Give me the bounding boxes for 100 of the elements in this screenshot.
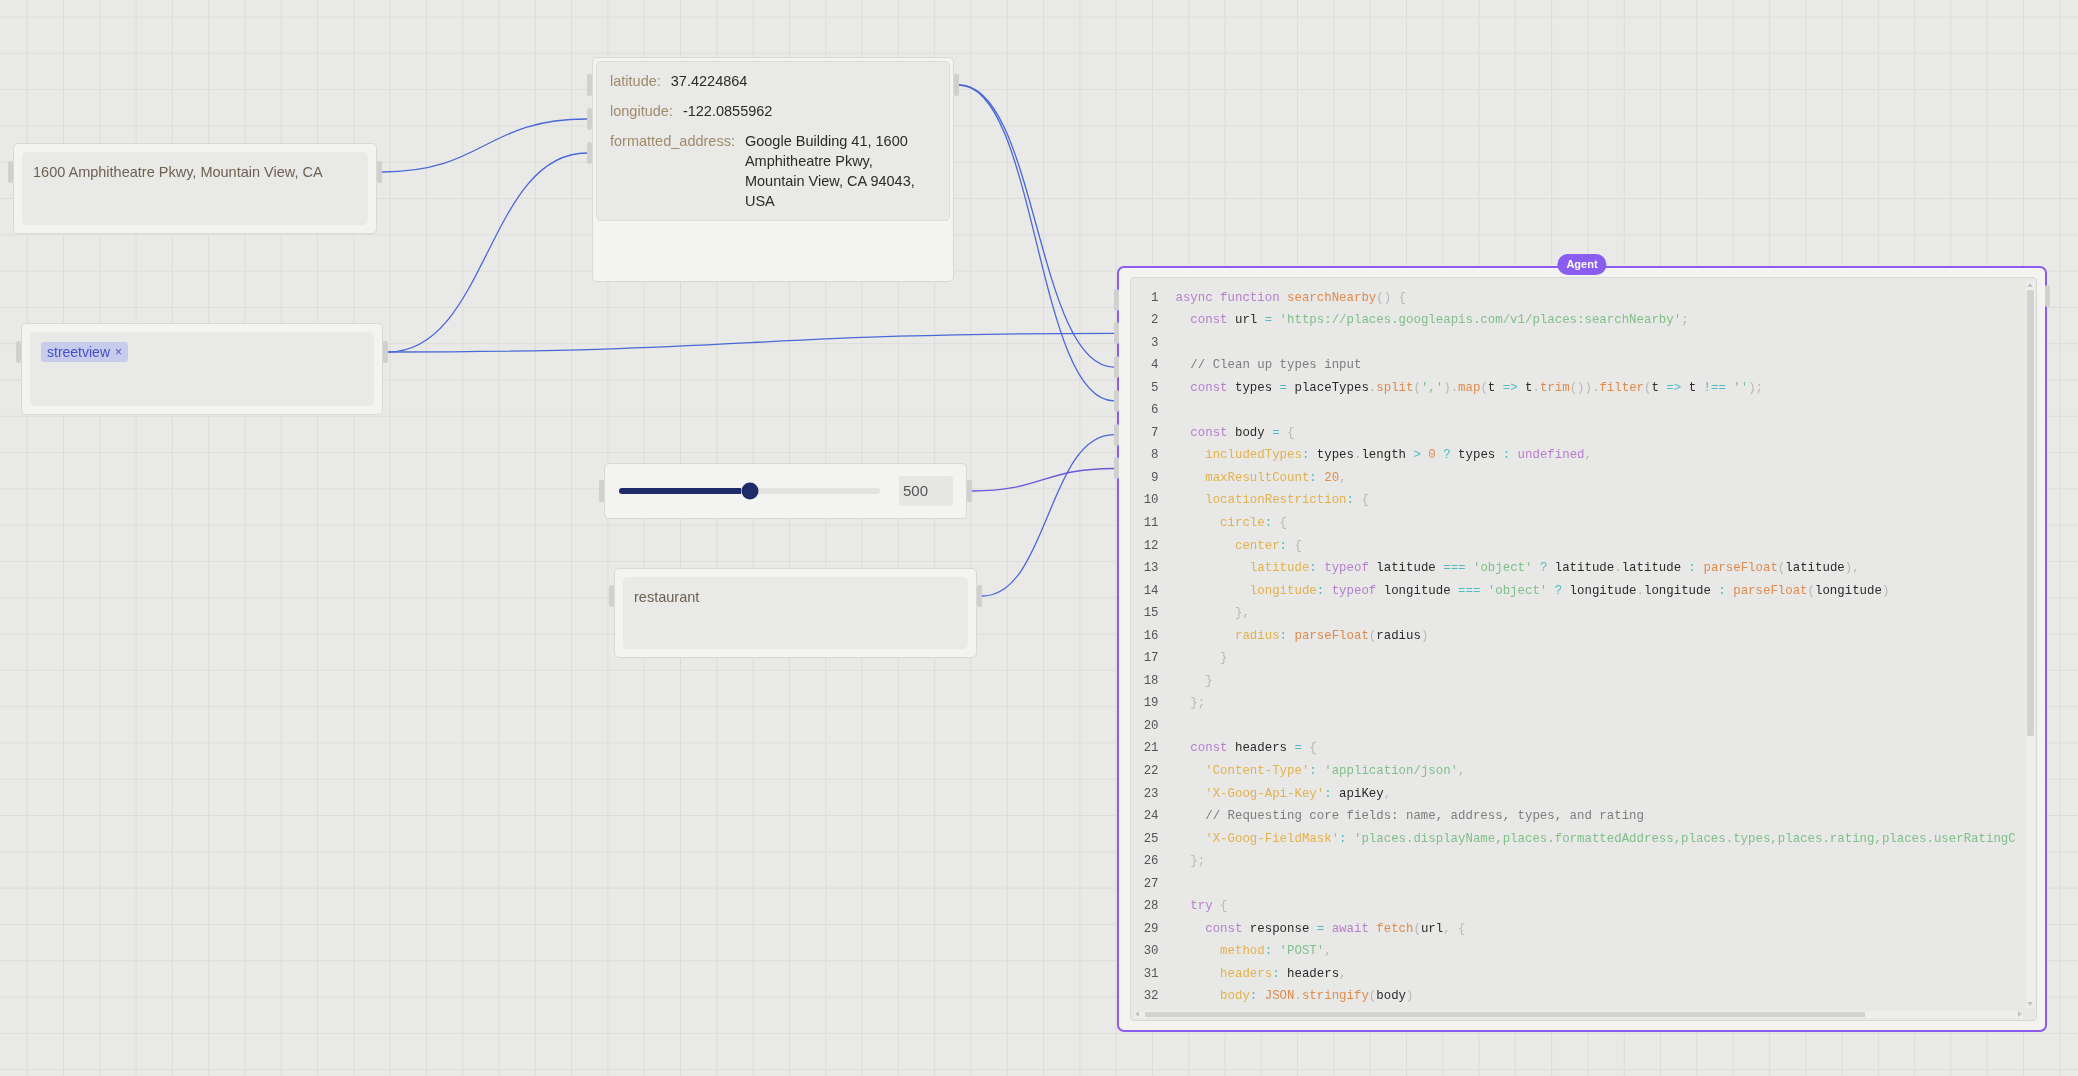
line-number: 14 — [1143, 583, 1159, 598]
line-number: 21 — [1143, 741, 1159, 756]
line-number: 15 — [1143, 606, 1159, 621]
slider-thumb[interactable] — [741, 482, 758, 500]
tag-label: streetview — [47, 343, 111, 362]
field-value: 37.4224864 — [670, 72, 748, 91]
line-number: 16 — [1143, 628, 1159, 643]
code-line: circle: { — [1220, 514, 1288, 532]
code-line: longitude: typeof longitude === 'object' ? longitude.longitude : parseFloat(longitude) — [1249, 582, 1890, 600]
code-line: const url = 'https://places.googleapis.com/v1/places:searchNearby'; — [1190, 312, 1689, 330]
line-number: 1 — [1151, 290, 1159, 305]
tag-input-field[interactable]: streetview × — [30, 332, 374, 406]
line-number: 17 — [1143, 651, 1159, 666]
line-number: 28 — [1143, 899, 1159, 914]
line-number: 18 — [1143, 673, 1159, 688]
line-number: 3 — [1151, 335, 1159, 350]
line-number: 13 — [1143, 561, 1159, 576]
connection-handle[interactable] — [587, 74, 592, 96]
vertical-scrollbar[interactable] — [2025, 280, 2035, 1008]
line-number: 10 — [1143, 493, 1159, 508]
connection-handle[interactable] — [1114, 322, 1119, 345]
code-line: method: 'POST', — [1220, 943, 1332, 961]
code-line: radius: parseFloat(radius) — [1235, 627, 1429, 645]
text-field[interactable]: 1600 Amphitheatre Pkwy, Mountain View, CA — [22, 152, 368, 225]
scrollbar-thumb[interactable] — [2026, 289, 2034, 736]
code-line: const headers = { — [1190, 740, 1317, 758]
connection-handle[interactable] — [8, 161, 13, 183]
field-label: formatted_address: — [610, 132, 735, 151]
connection-handle[interactable] — [587, 142, 592, 164]
line-number: 7 — [1151, 425, 1159, 440]
line-number: 24 — [1143, 809, 1159, 824]
connection-handle[interactable] — [377, 161, 382, 183]
text-field[interactable]: restaurant — [623, 577, 968, 649]
code-line: }, — [1235, 605, 1250, 623]
connection-handle[interactable] — [977, 585, 982, 607]
code-line: includedTypes: types.length > 0 ? types : undefined, — [1205, 447, 1592, 465]
connection-handle[interactable] — [967, 480, 972, 502]
horizontal-scrollbar[interactable] — [1133, 1010, 2023, 1018]
caret-up-icon[interactable] — [2027, 282, 2033, 287]
connection-handle[interactable] — [1114, 356, 1119, 379]
line-number: 30 — [1143, 944, 1159, 959]
field-label: latitude: — [610, 72, 661, 91]
line-number: 11 — [1143, 515, 1159, 530]
line-number: 19 — [1143, 696, 1159, 711]
code-line: try { — [1190, 898, 1228, 916]
code-line: center: { — [1235, 537, 1302, 555]
line-number: 31 — [1143, 966, 1159, 981]
number-field[interactable]: 500 — [899, 476, 953, 506]
code-line: headers: headers, — [1220, 965, 1347, 983]
caret-down-icon[interactable] — [2027, 1001, 2033, 1006]
line-number: 23 — [1143, 786, 1159, 801]
line-number: 25 — [1143, 831, 1159, 846]
connection-handle[interactable] — [599, 480, 604, 502]
line-number: 5 — [1151, 380, 1159, 395]
code-line: const response = await fetch(url, { — [1205, 920, 1466, 938]
connection-handle[interactable] — [1114, 389, 1119, 412]
field-value: Google Building 41, 1600 Amphitheatre Pkwy, Mountain View, CA 94043, USA — [744, 132, 916, 211]
connection-handle[interactable] — [1114, 457, 1119, 480]
line-number: 26 — [1143, 854, 1159, 869]
line-number: 12 — [1143, 538, 1159, 553]
connection-handle[interactable] — [609, 585, 614, 607]
line-number: 2 — [1151, 313, 1159, 328]
code-line: } — [1205, 672, 1213, 690]
code-line: // Clean up types input — [1190, 357, 1362, 375]
code-line: }; — [1190, 695, 1206, 713]
node-badge: Agent — [1557, 253, 1607, 275]
line-number: 29 — [1143, 921, 1159, 936]
scrollbar-thumb[interactable] — [1144, 1011, 1865, 1017]
code-line: const types = placeTypes.split(',').map(t => t.trim()).filter(t => t !== ''); — [1190, 379, 1764, 397]
code-line: }; — [1190, 853, 1206, 871]
line-number: 4 — [1151, 358, 1159, 373]
code-line: latitude: typeof latitude === 'object' ? latitude.latitude : parseFloat(latitude), — [1249, 560, 1860, 578]
caret-right-icon[interactable] — [2017, 1011, 2022, 1017]
code-line: body: JSON.stringify(body) — [1220, 988, 1414, 1006]
line-number: 9 — [1151, 470, 1159, 485]
code-line: 'X-Goog-Api-Key': apiKey, — [1205, 785, 1392, 803]
connection-handle[interactable] — [383, 341, 388, 363]
connection-handle[interactable] — [16, 341, 21, 363]
line-number: 6 — [1151, 403, 1159, 418]
code-line: async function searchNearby() { — [1175, 289, 1407, 307]
field-value: -122.0855962 — [682, 102, 773, 121]
code-line: const body = { — [1190, 424, 1295, 442]
remove-tag-button[interactable]: × — [115, 342, 123, 362]
line-number: 8 — [1151, 448, 1159, 463]
code-line: maxResultCount: 20, — [1205, 469, 1347, 487]
connection-handle[interactable] — [2045, 284, 2050, 307]
connection-handle[interactable] — [587, 108, 592, 130]
line-number: 32 — [1143, 989, 1159, 1004]
connection-handle[interactable] — [954, 74, 959, 96]
connection-handle[interactable] — [1114, 288, 1119, 311]
line-number: 20 — [1143, 718, 1159, 733]
caret-left-icon[interactable] — [1134, 1011, 1139, 1017]
connection-handle[interactable] — [1114, 423, 1119, 446]
code-line: } — [1220, 650, 1228, 668]
code-line: 'Content-Type': 'application/json', — [1205, 763, 1466, 780]
code-line: 'X-Goog-FieldMask': 'places.displayName,places.formattedAddress,places.types,places.rating,places.userRatingC — [1205, 830, 2016, 848]
line-number: 22 — [1143, 764, 1159, 778]
line-number: 27 — [1143, 876, 1159, 891]
code-line: // Requesting core fields: name, address, types, and rating — [1205, 808, 1644, 826]
code-line: locationRestriction: { — [1205, 492, 1369, 510]
